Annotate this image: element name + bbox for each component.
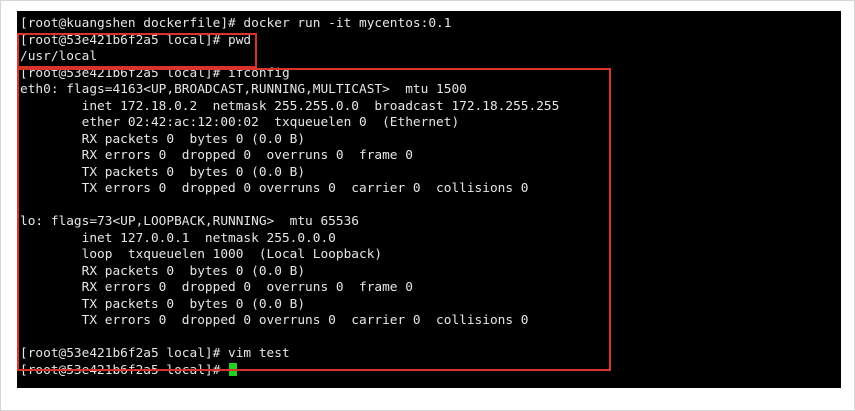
terminal-line: [root@53e421b6f2a5 local]# vim test: [20, 346, 290, 361]
terminal-output: [root@kuangshen dockerfile]# docker run …: [20, 16, 559, 379]
terminal-line: inet 127.0.0.1 netmask 255.0.0.0: [20, 230, 336, 246]
terminal-line: RX errors 0 dropped 0 overruns 0 frame 0: [20, 280, 413, 295]
terminal-line: TX errors 0 dropped 0 overruns 0 carrier…: [20, 313, 529, 328]
terminal-line: [root@53e421b6f2a5 local]# ifconfig: [20, 65, 290, 81]
terminal-window[interactable]: [root@kuangshen dockerfile]# docker run …: [17, 11, 841, 388]
terminal-line: TX packets 0 bytes 0 (0.0 B): [20, 296, 306, 312]
terminal-line: RX packets 0 bytes 0 (0.0 B): [20, 131, 306, 147]
terminal-line: eth0: flags=4163<UP,BROADCAST,RUNNING,MU…: [20, 82, 467, 97]
terminal-prompt-line[interactable]: [root@53e421b6f2a5 local]#: [20, 362, 559, 380]
terminal-line: TX errors 0 dropped 0 overruns 0 carrier…: [20, 181, 529, 196]
terminal-prompt: [root@53e421b6f2a5 local]#: [20, 362, 229, 378]
terminal-line: /usr/local: [20, 49, 98, 64]
terminal-line: RX packets 0 bytes 0 (0.0 B): [20, 263, 306, 279]
terminal-line: [root@53e421b6f2a5 local]# pwd: [20, 32, 252, 48]
terminal-line: loop txqueuelen 1000 (Local Loopback): [20, 247, 383, 262]
terminal-line: ether 02:42:ac:12:00:02 txqueuelen 0 (Et…: [20, 115, 460, 130]
terminal-line: [root@kuangshen dockerfile]# docker run …: [20, 16, 452, 31]
screenshot-frame: [root@kuangshen dockerfile]# docker run …: [0, 0, 855, 411]
terminal-line: inet 172.18.0.2 netmask 255.255.0.0 broa…: [20, 98, 560, 114]
terminal-line: RX errors 0 dropped 0 overruns 0 frame 0: [20, 148, 413, 163]
text-cursor: [229, 362, 238, 376]
terminal-line: TX packets 0 bytes 0 (0.0 B): [20, 164, 306, 180]
terminal-line: lo: flags=73<UP,LOOPBACK,RUNNING> mtu 65…: [20, 214, 359, 229]
